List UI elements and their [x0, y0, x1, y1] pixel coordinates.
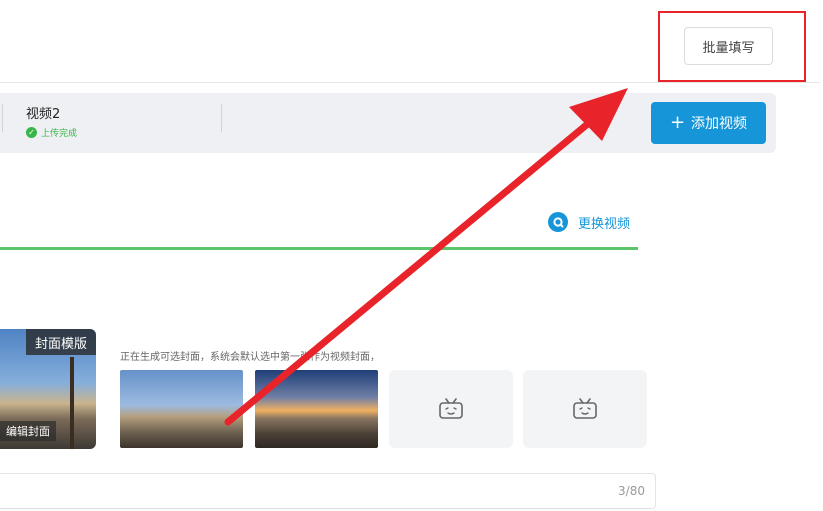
cover-preview[interactable]: 封面模版 编辑封面 [0, 329, 96, 449]
cover-hint-text: 正在生成可选封面，系统会默认选中第一张作为视频封面， [120, 352, 380, 363]
strip-divider [2, 104, 3, 132]
cover-option-placeholder[interactable] [389, 370, 513, 448]
char-counter: 3/80 [618, 484, 645, 498]
bilibili-tv-icon [439, 398, 463, 419]
upload-status-text: 上传完成 [41, 129, 78, 139]
add-video-label: 添加视频 [691, 116, 748, 132]
upload-progress-bar [0, 247, 638, 250]
bilibili-tv-icon [573, 398, 597, 419]
cover-option-1[interactable] [120, 370, 243, 448]
cover-option-placeholder[interactable] [523, 370, 647, 448]
video-item-title[interactable]: 视频2 [26, 103, 60, 122]
video-list-strip: 视频2 ✓ 上传完成 + 添加视频 [0, 93, 776, 153]
upload-status: ✓ 上传完成 [26, 126, 77, 139]
replace-video-label: 更换视频 [578, 216, 631, 232]
cover-option-2[interactable] [255, 370, 378, 448]
refresh-icon [548, 212, 568, 232]
strip-divider [221, 104, 222, 132]
plus-icon: + [669, 112, 686, 133]
check-circle-icon: ✓ [26, 127, 37, 138]
edit-cover-button[interactable]: 编辑封面 [0, 421, 56, 441]
replace-video-link[interactable]: 更换视频 [548, 212, 630, 232]
title-input[interactable]: 3/80 [0, 473, 656, 509]
annotation-highlight-box [658, 11, 806, 82]
cover-image-detail [70, 357, 74, 449]
cover-template-button[interactable]: 封面模版 [26, 329, 96, 355]
add-video-button[interactable]: + 添加视频 [651, 102, 766, 144]
